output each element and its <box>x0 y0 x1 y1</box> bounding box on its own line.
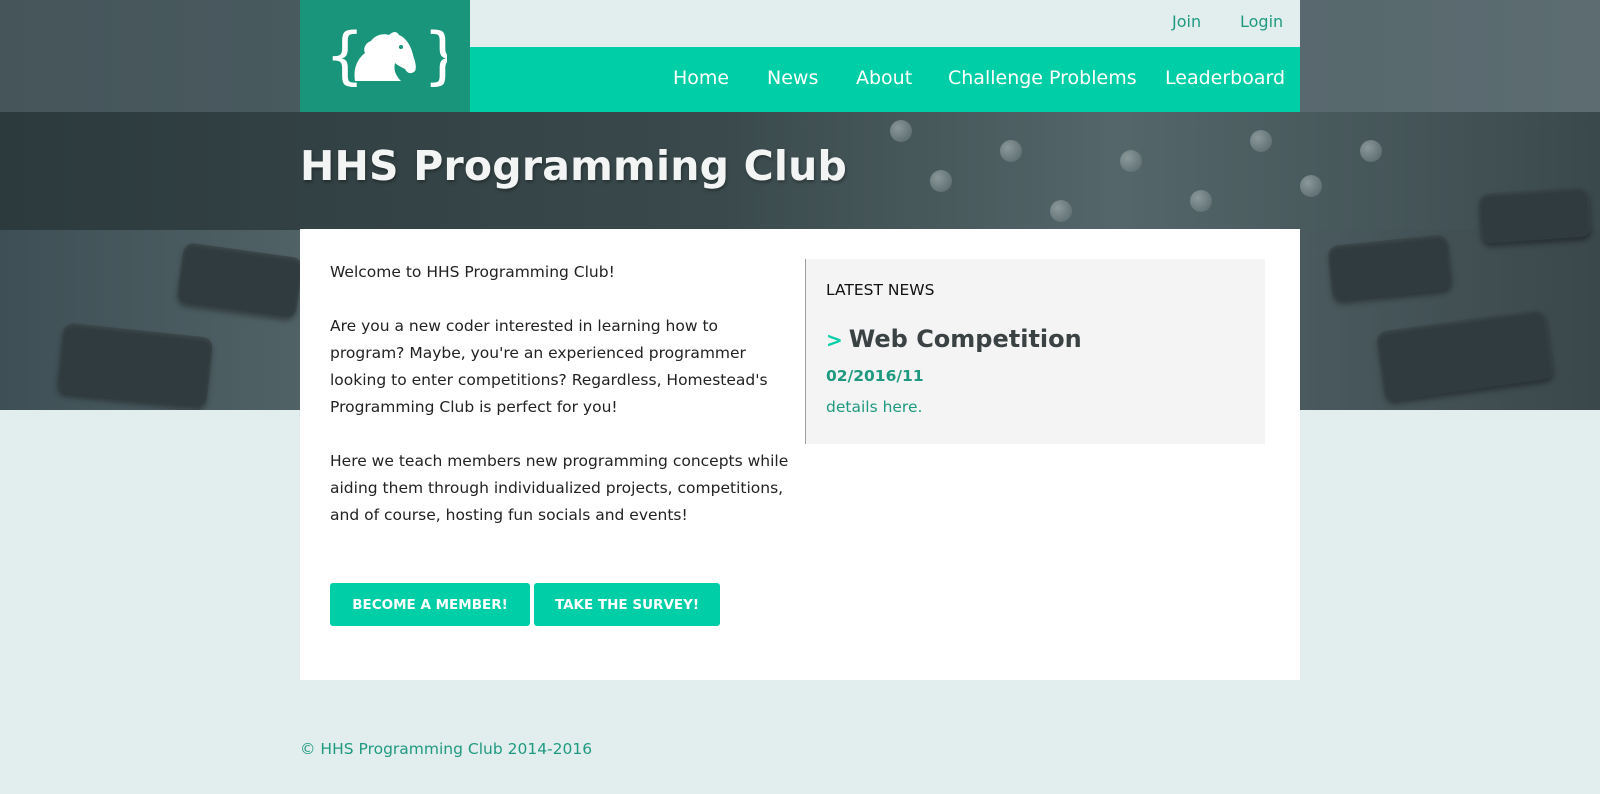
news-details-link[interactable]: details here. <box>826 398 922 416</box>
page-title: HHS Programming Club <box>300 142 848 190</box>
horse-logo-icon: { } <box>325 23 447 89</box>
about-paragraph: Here we teach members new programming co… <box>330 452 789 524</box>
site-logo[interactable]: { } <box>300 0 470 112</box>
nav-leaderboard[interactable]: Leaderboard <box>1165 67 1285 89</box>
main-nav: Home News About Challenge Problems Leade… <box>470 47 1300 112</box>
circuit-component <box>1190 190 1212 212</box>
circuit-component <box>930 170 952 192</box>
footer-copyright: © HHS Programming Club 2014-2016 <box>300 740 593 758</box>
circuit-component <box>1360 140 1382 162</box>
keyboard-key <box>1327 233 1453 302</box>
become-member-button[interactable]: BECOME A MEMBER! <box>330 583 530 626</box>
welcome-paragraph: Welcome to HHS Programming Club! <box>330 263 615 281</box>
circuit-component <box>1300 175 1322 197</box>
join-link[interactable]: Join <box>1172 12 1201 31</box>
latest-news-panel: LATEST NEWS > Web Competition 02/2016/11 … <box>805 259 1265 444</box>
keyboard-key <box>176 241 304 319</box>
content-card: Welcome to HHS Programming Club! Are you… <box>300 229 1300 680</box>
circuit-component <box>1120 150 1142 172</box>
take-survey-button[interactable]: TAKE THE SURVEY! <box>534 583 720 626</box>
circuit-component <box>1250 130 1272 152</box>
news-item-title[interactable]: > Web Competition <box>826 325 1082 353</box>
news-item-title-text: Web Competition <box>848 325 1082 353</box>
chevron-right-icon: > <box>826 328 843 352</box>
nav-challenge-problems[interactable]: Challenge Problems <box>948 67 1137 89</box>
keyboard-key <box>1478 186 1592 244</box>
svg-text:}: } <box>423 23 447 89</box>
circuit-component <box>890 120 912 142</box>
circuit-component <box>1000 140 1022 162</box>
top-utility-bar: Join Login <box>470 0 1300 47</box>
nav-news[interactable]: News <box>767 67 818 89</box>
intro-paragraph: Are you a new coder interested in learni… <box>330 317 768 416</box>
intro-text: Welcome to HHS Programming Club! Are you… <box>330 259 790 556</box>
keyboard-key <box>56 322 214 408</box>
nav-home[interactable]: Home <box>673 67 729 89</box>
keyboard-key <box>1375 308 1555 402</box>
login-link[interactable]: Login <box>1240 12 1283 31</box>
circuit-component <box>1050 200 1072 222</box>
latest-news-heading: LATEST NEWS <box>826 281 935 299</box>
nav-about[interactable]: About <box>856 67 912 89</box>
news-item-date: 02/2016/11 <box>826 367 924 385</box>
